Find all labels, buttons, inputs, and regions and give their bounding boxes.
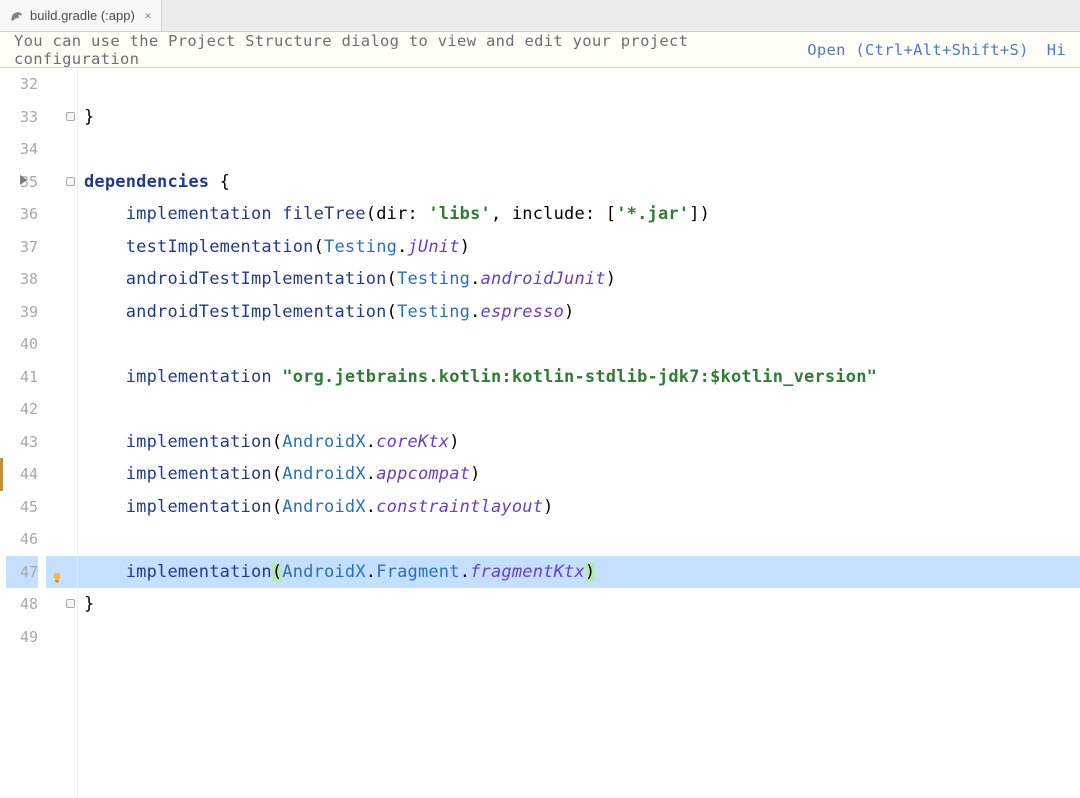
line-number: 36 [6,198,38,231]
line-number: 42 [6,393,38,426]
code-line[interactable]: implementation(AndroidX.constraintlayout… [78,491,1080,524]
fold-close-icon[interactable] [66,112,75,121]
code-line[interactable]: testImplementation(Testing.jUnit) [78,231,1080,264]
fold-gutter[interactable] [46,68,78,798]
hide-notification-link[interactable]: Hi [1047,41,1066,59]
gradle-icon [10,9,24,23]
line-number: 40 [6,328,38,361]
code-line[interactable] [78,133,1080,166]
line-number: 44 [6,458,38,491]
code-line[interactable]: dependencies { [78,166,1080,199]
close-icon[interactable]: ✕ [141,9,152,22]
line-number: 43 [6,426,38,459]
fold-close-icon[interactable] [66,599,75,608]
line-number: 33 [6,101,38,134]
code-line[interactable] [78,68,1080,101]
code-line[interactable] [78,393,1080,426]
code-line[interactable]: implementation fileTree(dir: 'libs', inc… [78,198,1080,231]
open-project-structure-link[interactable]: Open (Ctrl+Alt+Shift+S) [807,41,1029,59]
code-line[interactable]: androidTestImplementation(Testing.espres… [78,296,1080,329]
notification-bar: You can use the Project Structure dialog… [0,32,1080,68]
code-line[interactable]: implementation(AndroidX.appcompat) [78,458,1080,491]
line-number: 41 [6,361,38,394]
code-line[interactable] [78,621,1080,654]
line-number: 45 [6,491,38,524]
line-number: 48 [6,588,38,621]
line-number: 47 [6,556,38,589]
line-number: 39 [6,296,38,329]
intention-bulb-icon[interactable] [50,564,64,578]
code-line[interactable] [78,523,1080,556]
code-line[interactable]: androidTestImplementation(Testing.androi… [78,263,1080,296]
code-line[interactable] [78,328,1080,361]
code-line[interactable]: implementation "org.jetbrains.kotlin:kot… [78,361,1080,394]
notification-text: You can use the Project Structure dialog… [14,32,807,68]
code-line[interactable]: } [78,588,1080,621]
notification-actions: Open (Ctrl+Alt+Shift+S) Hi [807,41,1066,59]
line-number: 32 [6,68,38,101]
code-editor[interactable]: 323334353637383940414243444546474849 }de… [0,68,1080,798]
code-area[interactable]: } dependencies { implementation fileTree(… [78,68,1080,798]
line-number: 34 [6,133,38,166]
code-line[interactable]: } [78,101,1080,134]
file-tab[interactable]: build.gradle (:app) ✕ [0,0,162,31]
line-number: 37 [6,231,38,264]
run-gutter-icon[interactable] [20,175,27,185]
tab-label: build.gradle (:app) [30,8,135,23]
line-number: 38 [6,263,38,296]
code-line[interactable]: implementation(AndroidX.coreKtx) [78,426,1080,459]
tab-bar: build.gradle (:app) ✕ [0,0,1080,32]
fold-open-icon[interactable] [66,177,75,186]
line-number: 46 [6,523,38,556]
code-line[interactable]: implementation(AndroidX.Fragment.fragmen… [78,556,1080,589]
line-number: 49 [6,621,38,654]
